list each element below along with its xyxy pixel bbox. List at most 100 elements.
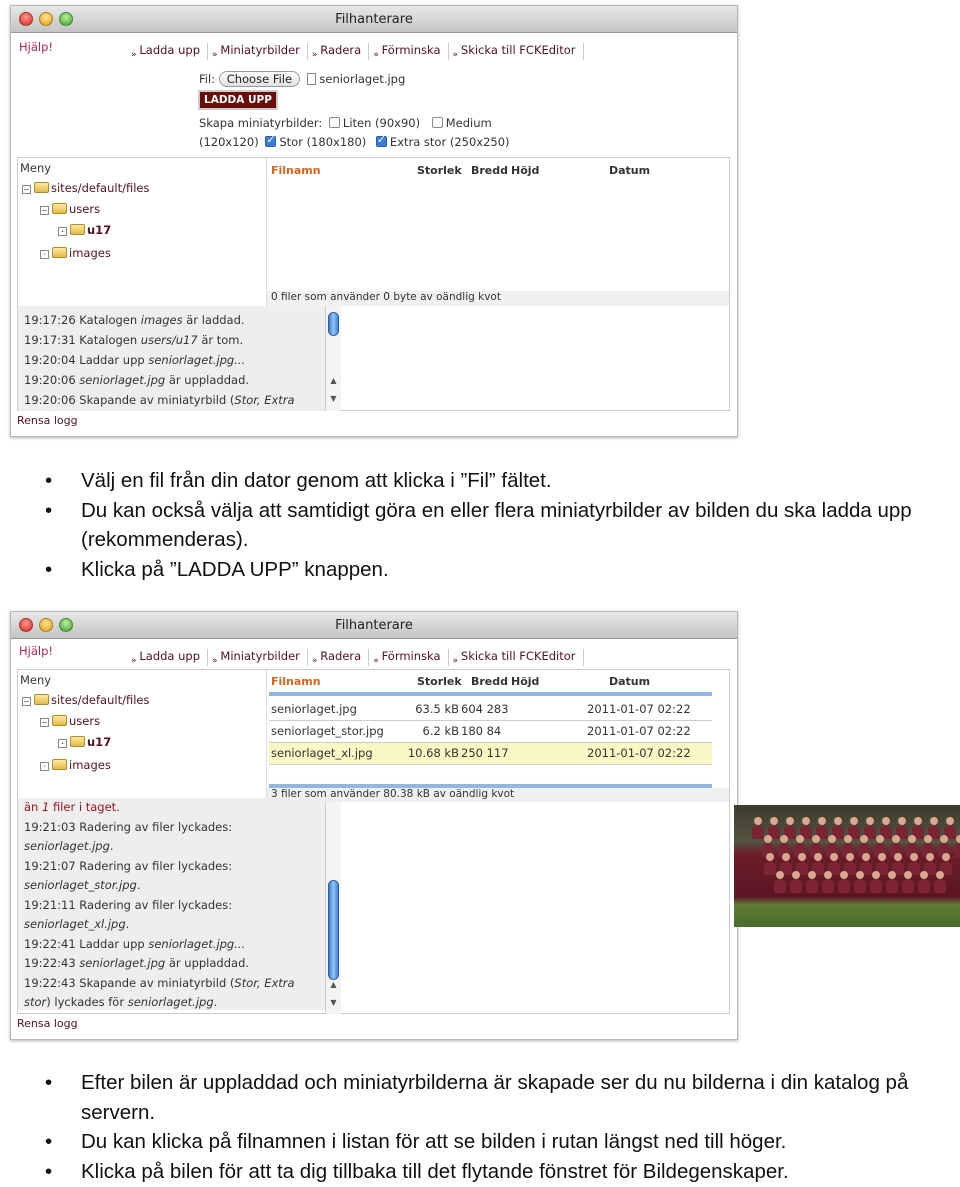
log-text: seniorlaget_xl.jpg — [24, 917, 126, 931]
player-head — [764, 835, 772, 843]
upload-button[interactable]: LADDA UPP — [198, 90, 278, 110]
file-manager-window-1: Filhanterare Hjälp! Ladda upp Miniatyrbi… — [10, 5, 738, 437]
player-head — [776, 871, 784, 879]
log-entry: seniorlaget_stor.jpg. — [18, 876, 341, 896]
column-date[interactable]: Datum — [609, 164, 650, 177]
toolbar: Ladda upp Miniatyrbilder Radera Förminsk… — [127, 649, 584, 666]
checkbox-extra-large-label: Extra stor (250x250) — [389, 135, 510, 149]
player-head — [914, 817, 922, 825]
tree-item-u17[interactable]: · u17 — [58, 735, 111, 749]
instruction-item: Efter bilen är uppladdad och miniatyrbil… — [45, 1068, 960, 1127]
tree-item-users[interactable]: − users — [40, 714, 100, 728]
file-size: 6.2 kB — [422, 724, 460, 738]
log-entry: 19:17:26 Katalogen images är laddad. — [18, 310, 341, 330]
log-scrollbar[interactable]: ▲ ▼ — [325, 306, 341, 411]
tree-item-u17[interactable]: · u17 — [58, 223, 111, 237]
player-head — [770, 817, 778, 825]
scroll-down-icon[interactable]: ▼ — [326, 394, 341, 403]
file-row[interactable]: seniorlaget.jpg 63.5 kB 604 283 2011-01-07 … — [269, 699, 712, 721]
toolbar-thumbnails[interactable]: Miniatyrbilder — [208, 43, 308, 60]
tree-item-root[interactable]: − sites/default/files — [22, 693, 149, 707]
file-row[interactable]: seniorlaget_xl.jpg 10.68 kB 250 117 2011-01… — [269, 743, 712, 765]
column-size[interactable]: Storlek — [417, 164, 462, 177]
help-link[interactable]: Hjälp! — [19, 40, 53, 54]
checkbox-medium[interactable] — [431, 117, 443, 128]
scrollbar-thumb[interactable] — [328, 312, 339, 336]
selected-file-name: seniorlaget.jpg — [319, 72, 406, 86]
player-head — [942, 853, 950, 861]
toolbar-send-fckeditor[interactable]: Skicka till FCKEditor — [449, 649, 584, 666]
zoom-button[interactable] — [59, 618, 73, 632]
scrollbar-thumb[interactable] — [328, 880, 339, 980]
log-entry: 19:22:41 Laddar upp seniorlaget.jpg... — [18, 935, 341, 955]
tree-item-images[interactable]: · images — [40, 246, 111, 260]
thumbs-label: Skapa miniatyrbilder: — [199, 116, 323, 130]
toolbar-resize[interactable]: Förminska — [369, 649, 449, 666]
scroll-down-icon[interactable]: ▼ — [326, 998, 341, 1007]
player-head — [892, 835, 900, 843]
checkbox-small[interactable] — [328, 117, 340, 128]
tree-item-images[interactable]: · images — [40, 758, 111, 772]
choose-file-button[interactable]: Choose File — [218, 71, 301, 87]
column-size[interactable]: Storlek — [417, 675, 462, 688]
tree-item-users[interactable]: − users — [40, 202, 100, 216]
file-date: 2011-01-07 02:22 — [587, 746, 691, 760]
minimize-button[interactable] — [39, 12, 53, 26]
browser-panel: Meny − sites/default/files − users · u17 · i… — [17, 669, 960, 1014]
close-button[interactable] — [19, 12, 33, 26]
minimize-button[interactable] — [39, 618, 53, 632]
column-height[interactable]: Höjd — [511, 164, 539, 177]
player-head — [812, 835, 820, 843]
log-text: är uppladdad. — [165, 956, 250, 970]
column-height[interactable]: Höjd — [511, 675, 539, 688]
toolbar-delete[interactable]: Radera — [308, 43, 370, 60]
toolbar-delete[interactable]: Radera — [308, 649, 370, 666]
log-text: ) lyckades för — [46, 995, 128, 1009]
zoom-button[interactable] — [59, 12, 73, 26]
column-date[interactable]: Datum — [609, 675, 650, 688]
log-text: seniorlaget.jpg — [79, 373, 166, 387]
scroll-up-icon[interactable]: ▲ — [326, 376, 341, 385]
player-head — [830, 853, 838, 861]
column-filename[interactable]: Filnamn — [271, 164, 321, 177]
checkbox-large-label: Stor (180x180) — [279, 135, 367, 149]
player-body — [838, 879, 850, 893]
checkbox-large[interactable] — [265, 133, 277, 147]
instruction-item: Klicka på bilen för att ta dig tillbaka … — [45, 1157, 960, 1187]
log-panel: än 1 filer i taget. 19:21:03 Radering av … — [18, 798, 341, 1010]
player-head — [828, 835, 836, 843]
toolbar-send-fckeditor[interactable]: Skicka till FCKEditor — [449, 43, 584, 60]
close-button[interactable] — [19, 618, 33, 632]
help-link[interactable]: Hjälp! — [19, 644, 53, 658]
log-text: är tom. — [197, 333, 244, 347]
log-text: . — [213, 995, 218, 1009]
player-head — [798, 853, 806, 861]
toolbar-upload[interactable]: Ladda upp — [127, 43, 209, 60]
column-width[interactable]: Bredd — [471, 164, 508, 177]
column-width[interactable]: Bredd — [471, 675, 508, 688]
clear-log-link[interactable]: Rensa logg — [17, 1017, 78, 1030]
file-date: 2011-01-07 02:22 — [587, 724, 691, 738]
folder-tree: Meny − sites/default/files − users · u17 · i… — [18, 158, 266, 306]
preview-image[interactable] — [734, 805, 960, 927]
log-entry: 19:22:43 Skapande av miniatyrbild (Stor,… — [18, 974, 341, 994]
toolbar: Ladda upp Miniatyrbilder Radera Förminsk… — [127, 43, 584, 60]
scroll-up-icon[interactable]: ▲ — [326, 980, 341, 989]
player-head — [924, 835, 932, 843]
log-text: images — [140, 313, 183, 327]
log-text: users/u17 — [140, 333, 198, 347]
instruction-item: Du kan klicka på filnamnen i listan för … — [45, 1127, 960, 1157]
file-row[interactable]: seniorlaget_stor.jpg 6.2 kB 180 84 2011-01-… — [269, 721, 712, 743]
toolbar-upload[interactable]: Ladda upp — [127, 649, 209, 666]
instructions-list-2: Efter bilen är uppladdad och miniatyrbil… — [45, 1068, 960, 1186]
tree-item-root[interactable]: − sites/default/files — [22, 181, 149, 195]
clear-log-link[interactable]: Rensa logg — [17, 414, 78, 427]
player-head — [850, 817, 858, 825]
column-filename[interactable]: Filnamn — [271, 675, 321, 688]
player-head — [792, 871, 800, 879]
checkbox-extra-large[interactable] — [375, 133, 387, 147]
file-dims: 250 117 — [461, 746, 509, 760]
log-scrollbar[interactable]: ▲ ▼ — [325, 802, 341, 1014]
toolbar-thumbnails[interactable]: Miniatyrbilder — [208, 649, 308, 666]
toolbar-resize[interactable]: Förminska — [369, 43, 449, 60]
